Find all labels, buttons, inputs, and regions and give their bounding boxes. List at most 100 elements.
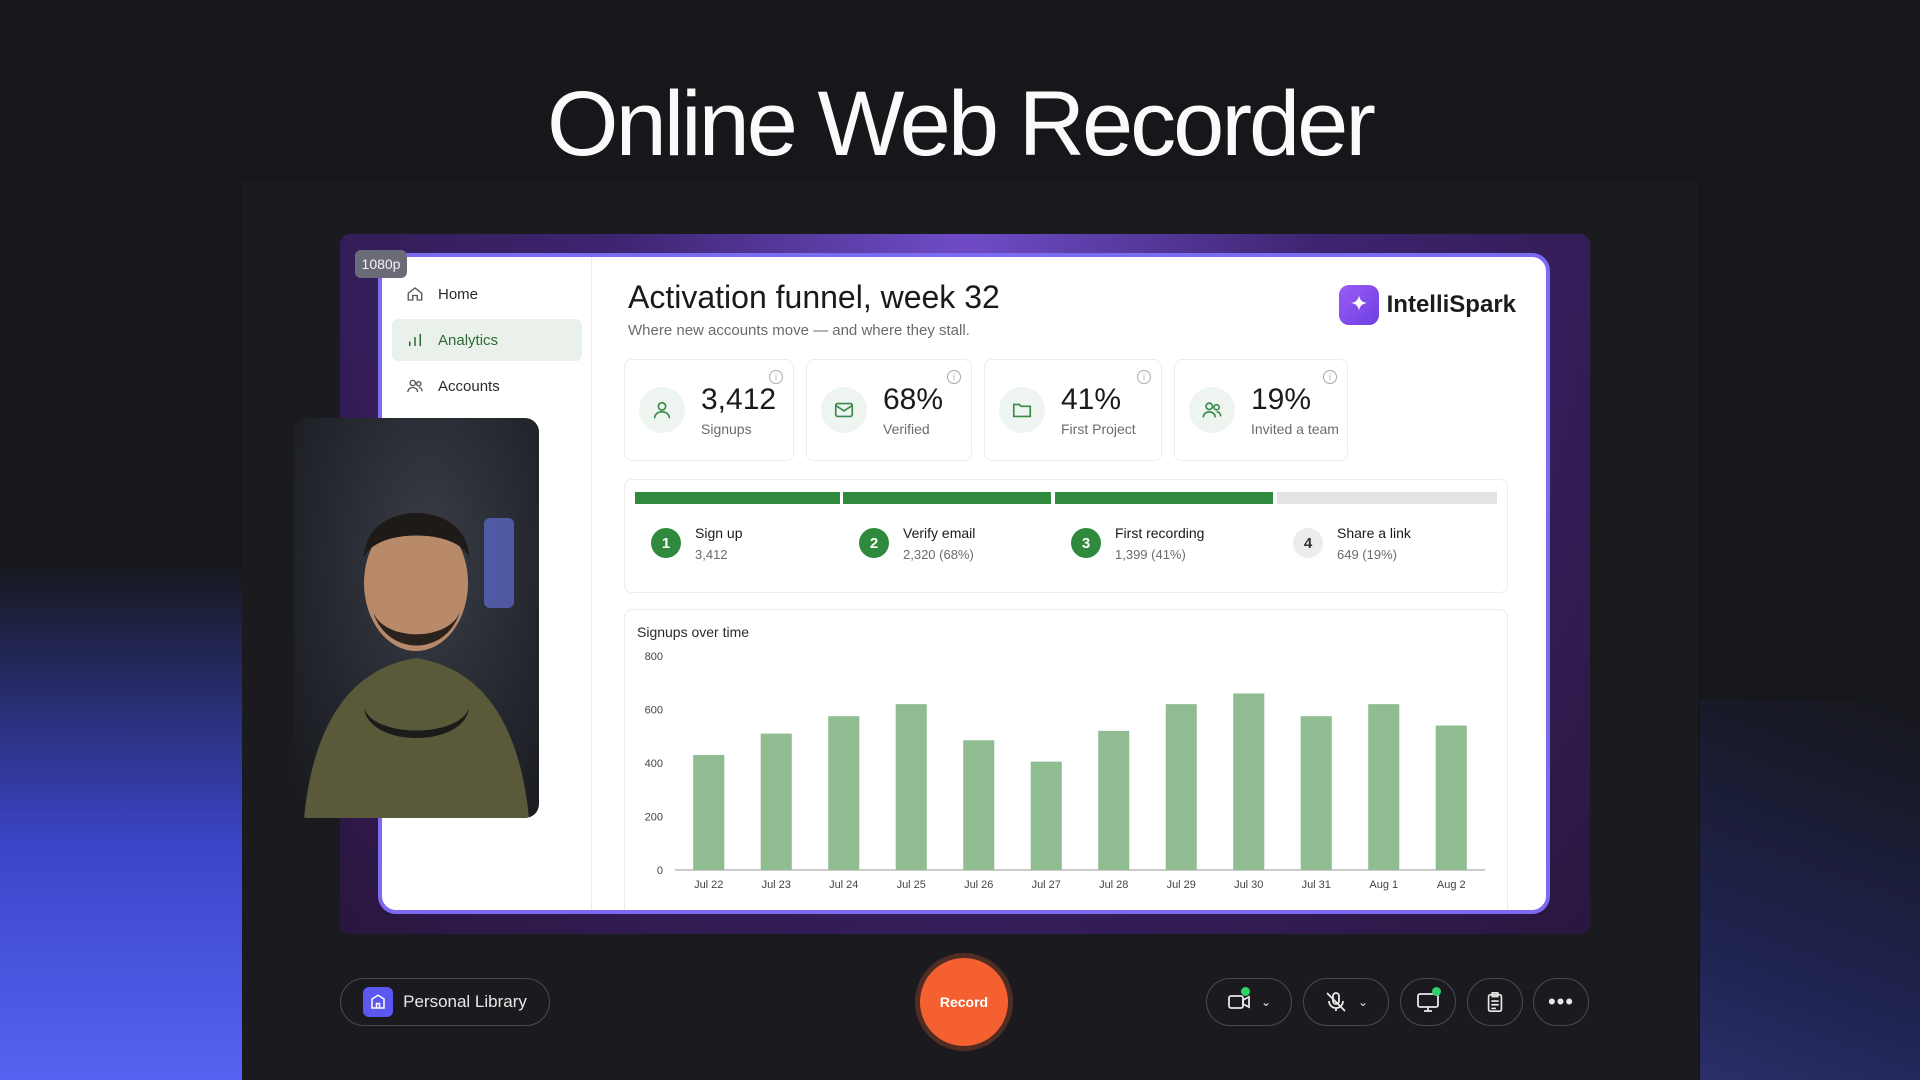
camera-toggle[interactable]: ⌄ xyxy=(1206,978,1292,1026)
stat-label: First Project xyxy=(1061,421,1136,437)
step-number: 3 xyxy=(1071,528,1101,558)
mail-icon xyxy=(821,387,867,433)
step-name: First recording xyxy=(1115,524,1205,541)
sidebar-item-label: Analytics xyxy=(438,331,499,349)
library-icon xyxy=(363,987,394,1017)
x-tick-label: Jul 30 xyxy=(1234,879,1263,891)
stat-value: 3,412 xyxy=(701,383,777,416)
info-icon[interactable]: i xyxy=(769,370,783,384)
step-name: Verify email xyxy=(903,524,976,541)
funnel-progress-bar xyxy=(843,492,1051,504)
funnel-step: 2 Verify email 2,320 (68%) xyxy=(843,492,1051,582)
more-icon: ••• xyxy=(1547,989,1575,1014)
bar-chart-icon xyxy=(409,334,421,346)
x-tick-label: Jul 23 xyxy=(762,879,791,891)
mic-off-icon xyxy=(1326,992,1346,1012)
y-tick-label: 200 xyxy=(645,812,663,824)
brand-name: IntelliSpark xyxy=(1386,291,1516,318)
stat-value: 41% xyxy=(1061,383,1122,416)
sidebar-item-label: Accounts xyxy=(438,377,500,395)
activation-funnel: 1 Sign up 3,412 2 Verify email 2,320 (68… xyxy=(624,479,1508,593)
sidebar-item-accounts[interactable]: Accounts xyxy=(392,365,582,407)
y-tick-label: 0 xyxy=(657,865,663,877)
x-tick-label: Jul 31 xyxy=(1302,879,1331,891)
stat-card-verified: 68% Verified i xyxy=(806,359,972,461)
x-tick-label: Jul 29 xyxy=(1167,879,1196,891)
chart-bar[interactable] xyxy=(760,733,792,870)
y-tick-label: 400 xyxy=(645,758,663,770)
chevron-down-icon[interactable]: ⌄ xyxy=(1358,995,1368,1009)
chart-bar[interactable] xyxy=(895,704,927,870)
x-tick-label: Jul 24 xyxy=(829,879,858,891)
sidebar-item-label: Home xyxy=(438,285,479,303)
x-tick-label: Jul 26 xyxy=(964,879,993,891)
x-tick-label: Aug 2 xyxy=(1437,879,1466,891)
chevron-down-icon[interactable]: ⌄ xyxy=(1261,995,1271,1009)
webcam-preview[interactable] xyxy=(294,418,539,818)
sidebar-item-home[interactable]: Home xyxy=(392,273,582,315)
signups-chart-card: Signups over time 0 200 400 600 800 Jul 22 Jul… xyxy=(624,609,1508,910)
x-tick-label: Jul 22 xyxy=(694,879,723,891)
chart-bar[interactable] xyxy=(1165,704,1197,870)
chart-bar[interactable] xyxy=(1098,730,1130,870)
signups-bar-chart: 0 200 400 600 800 Jul 22 Jul 23 Jul 24 Jul 25 Jul… xyxy=(645,651,1485,891)
person-silhouette xyxy=(304,513,529,818)
stat-card-invited-team: 19% Invited a team i xyxy=(1174,359,1348,461)
active-indicator xyxy=(1432,987,1441,996)
resolution-badge: 1080p xyxy=(355,250,407,278)
stat-card-first-project: 41% First Project i xyxy=(984,359,1162,461)
funnel-progress-bar xyxy=(1277,492,1497,504)
more-options-button[interactable]: ••• xyxy=(1533,978,1589,1026)
y-tick-label: 800 xyxy=(645,651,663,663)
page-headline: Online Web Recorder xyxy=(547,73,1376,175)
stat-label: Signups xyxy=(701,421,752,437)
sidebar-item-analytics[interactable]: Analytics xyxy=(392,319,582,361)
funnel-progress-bar xyxy=(1055,492,1273,504)
camera-icon xyxy=(1227,987,1251,1014)
chart-bar[interactable] xyxy=(963,740,995,870)
personal-library-button[interactable]: Personal Library xyxy=(340,978,550,1026)
record-button[interactable]: Record xyxy=(920,958,1008,1046)
chart-bar[interactable] xyxy=(828,716,860,870)
step-number: 4 xyxy=(1293,528,1323,558)
screen-share-toggle[interactable] xyxy=(1400,978,1456,1026)
stat-value: 68% xyxy=(883,383,944,416)
stat-label: Invited a team xyxy=(1251,421,1339,437)
step-count: 3,412 xyxy=(695,546,728,562)
x-tick-label: Jul 25 xyxy=(897,879,926,891)
clipboard-icon xyxy=(1487,992,1503,1012)
brand-logo: IntelliSpark xyxy=(1338,285,1516,325)
stat-card-signups: 3,412 Signups i xyxy=(624,359,794,461)
chart-bar[interactable] xyxy=(1300,716,1332,870)
dashboard-subtitle: Where new accounts move — and where they… xyxy=(628,322,970,339)
captured-screen: Home Analytics Accounts Activation funne… xyxy=(378,253,1550,914)
user-icon xyxy=(639,387,685,433)
microphone-toggle[interactable]: ⌄ xyxy=(1303,978,1389,1026)
info-icon[interactable]: i xyxy=(1137,370,1151,384)
stat-value: 19% xyxy=(1251,383,1312,416)
team-icon xyxy=(1189,387,1235,433)
chart-bar[interactable] xyxy=(1435,725,1467,870)
home-icon xyxy=(407,287,423,301)
y-tick-label: 600 xyxy=(645,705,663,717)
library-label: Personal Library xyxy=(403,992,527,1011)
active-indicator xyxy=(1240,987,1250,996)
step-count: 2,320 (68%) xyxy=(903,546,974,562)
step-count: 1,399 (41%) xyxy=(1115,546,1186,562)
notes-button[interactable] xyxy=(1467,978,1523,1026)
chart-bar[interactable] xyxy=(1030,761,1062,870)
step-number: 1 xyxy=(651,528,681,558)
funnel-step: 1 Sign up 3,412 xyxy=(635,492,840,582)
chart-bar[interactable] xyxy=(1368,704,1400,870)
step-name: Sign up xyxy=(695,524,743,541)
funnel-step: 3 First recording 1,399 (41%) xyxy=(1055,492,1273,582)
funnel-progress-bar xyxy=(635,492,840,504)
info-icon[interactable]: i xyxy=(1323,370,1337,384)
chart-bar[interactable] xyxy=(1233,693,1265,870)
info-icon[interactable]: i xyxy=(947,370,961,384)
sparkle-icon xyxy=(1338,285,1379,325)
chart-bar[interactable] xyxy=(693,754,725,870)
x-tick-label: Jul 27 xyxy=(1032,879,1061,891)
background-glow-right xyxy=(1700,700,1920,1080)
step-count: 649 (19%) xyxy=(1337,546,1397,562)
